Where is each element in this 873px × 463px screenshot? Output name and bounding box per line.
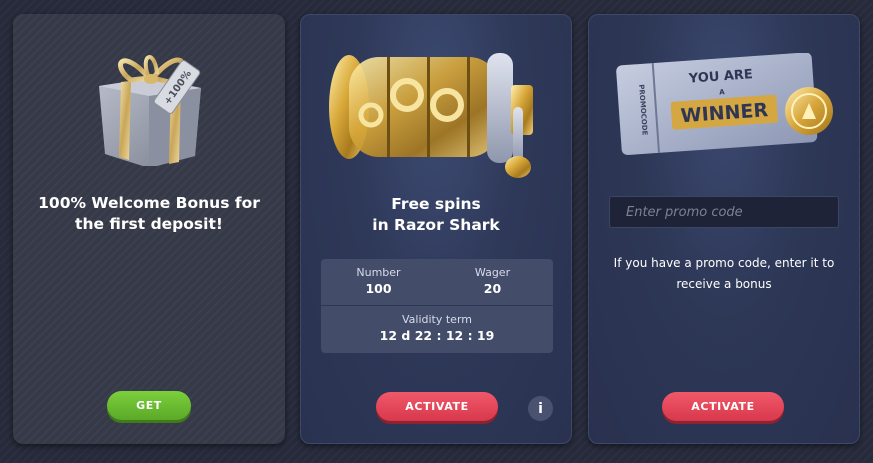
gift-box-icon: +100% (91, 36, 211, 170)
validity-stat: Validity term 12 d 22 : 12 : 19 (321, 313, 553, 343)
slot-machine-icon (327, 35, 555, 189)
bonus-stats-panel: Number 100 Wager 20 Validity term 12 d 2… (321, 259, 553, 353)
get-button[interactable]: GET (107, 391, 191, 420)
wager-value: 20 (483, 281, 502, 296)
wager-label: Wager (474, 266, 511, 279)
wager-stat: Wager 20 (445, 266, 540, 296)
number-label: Number (356, 266, 401, 279)
title-line-1: Free spins (391, 195, 481, 213)
description-line-1: If you have a promo code, enter it to (613, 256, 835, 270)
promo-code-card: PROMOCODE YOU ARE A WINNER If you have a… (588, 14, 860, 444)
number-value: 100 (365, 281, 392, 296)
info-icon[interactable]: i (528, 396, 553, 421)
validity-countdown: 12 d 22 : 12 : 19 (379, 328, 495, 343)
activate-promo-button[interactable]: ACTIVATE (662, 392, 784, 421)
activate-free-spins-button[interactable]: ACTIVATE (376, 392, 498, 421)
title-line-2: the first deposit! (75, 215, 223, 233)
number-stat: Number 100 (331, 266, 426, 296)
winner-ticket-icon: PROMOCODE YOU ARE A WINNER (613, 52, 841, 167)
card-title: Free spins in Razor Shark (301, 194, 571, 236)
title-line-1: 100% Welcome Bonus for (38, 194, 260, 212)
stats-divider (321, 305, 553, 306)
card-title: 100% Welcome Bonus for the first deposit… (13, 193, 285, 235)
promo-description: If you have a promo code, enter it to re… (589, 253, 859, 295)
promo-code-input[interactable] (609, 196, 839, 228)
welcome-bonus-card: +100% 100% Welcome Bonus for the first d… (13, 14, 285, 444)
description-line-2: receive a bonus (676, 277, 772, 291)
free-spins-card: Free spins in Razor Shark Number 100 Wag… (300, 14, 572, 444)
title-line-2: in Razor Shark (372, 216, 500, 234)
validity-label: Validity term (401, 313, 472, 326)
